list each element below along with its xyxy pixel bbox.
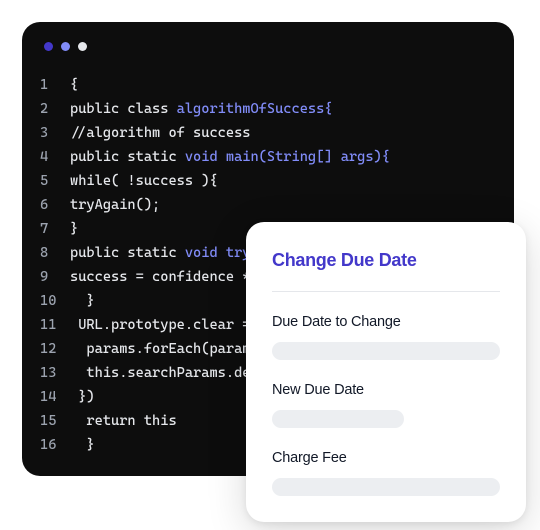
code-keyword: algorithmOfSuccess{ (177, 101, 333, 117)
line-number: 3 (40, 121, 70, 145)
code-plain: //algorithm of success (70, 125, 250, 141)
code-text: return this (70, 409, 177, 433)
code-text: //algorithm of success (70, 121, 250, 145)
line-number: 6 (40, 193, 70, 217)
field-input[interactable] (272, 410, 404, 428)
line-number: 14 (40, 385, 70, 409)
code-text: } (70, 289, 95, 313)
code-line: 2public class algorithmOfSuccess{ (40, 97, 514, 121)
line-number: 9 (40, 265, 70, 289)
code-line: 4public static void main(String[] args){ (40, 145, 514, 169)
code-plain: tryAgain(); (70, 197, 160, 213)
window-dot-close[interactable] (44, 42, 53, 51)
code-plain: public static (70, 245, 185, 261)
code-text: while( !success ){ (70, 169, 218, 193)
code-text: } (70, 433, 95, 457)
code-text: public class algorithmOfSuccess{ (70, 97, 333, 121)
code-plain: } (70, 293, 95, 309)
code-plain: { (70, 77, 78, 93)
window-dot-minimize[interactable] (61, 42, 70, 51)
code-plain: }) (70, 389, 95, 405)
code-text: } (70, 217, 78, 241)
form-field: Charge Fee (272, 450, 500, 496)
code-line: 5while( !success ){ (40, 169, 514, 193)
code-plain: } (70, 437, 95, 453)
form-field: Due Date to Change (272, 314, 500, 360)
code-plain: public static (70, 149, 185, 165)
code-text: public static void main(String[] args){ (70, 145, 390, 169)
line-number: 12 (40, 337, 70, 361)
line-number: 7 (40, 217, 70, 241)
window-controls (22, 42, 514, 73)
code-line: 1{ (40, 73, 514, 97)
line-number: 10 (40, 289, 70, 313)
code-text: tryAgain(); (70, 193, 160, 217)
field-input[interactable] (272, 342, 500, 360)
field-label: Charge Fee (272, 450, 500, 466)
line-number: 11 (40, 313, 70, 337)
code-plain: } (70, 221, 78, 237)
line-number: 8 (40, 241, 70, 265)
line-number: 16 (40, 433, 70, 457)
card-title: Change Due Date (272, 250, 500, 271)
code-plain: while( !success ){ (70, 173, 218, 189)
code-text: }) (70, 385, 95, 409)
code-keyword: void main(String[] args){ (185, 149, 390, 165)
code-text: { (70, 73, 78, 97)
code-line: 3//algorithm of success (40, 121, 514, 145)
code-plain: return this (70, 413, 177, 429)
line-number: 13 (40, 361, 70, 385)
line-number: 1 (40, 73, 70, 97)
field-label: Due Date to Change (272, 314, 500, 330)
window-dot-maximize[interactable] (78, 42, 87, 51)
line-number: 2 (40, 97, 70, 121)
change-due-date-card: Change Due Date Due Date to Change New Du… (246, 222, 526, 522)
form-field: New Due Date (272, 382, 500, 428)
field-input[interactable] (272, 478, 500, 496)
field-label: New Due Date (272, 382, 500, 398)
card-divider (272, 291, 500, 292)
code-plain: public class (70, 101, 177, 117)
line-number: 4 (40, 145, 70, 169)
line-number: 5 (40, 169, 70, 193)
line-number: 15 (40, 409, 70, 433)
code-line: 6tryAgain(); (40, 193, 514, 217)
